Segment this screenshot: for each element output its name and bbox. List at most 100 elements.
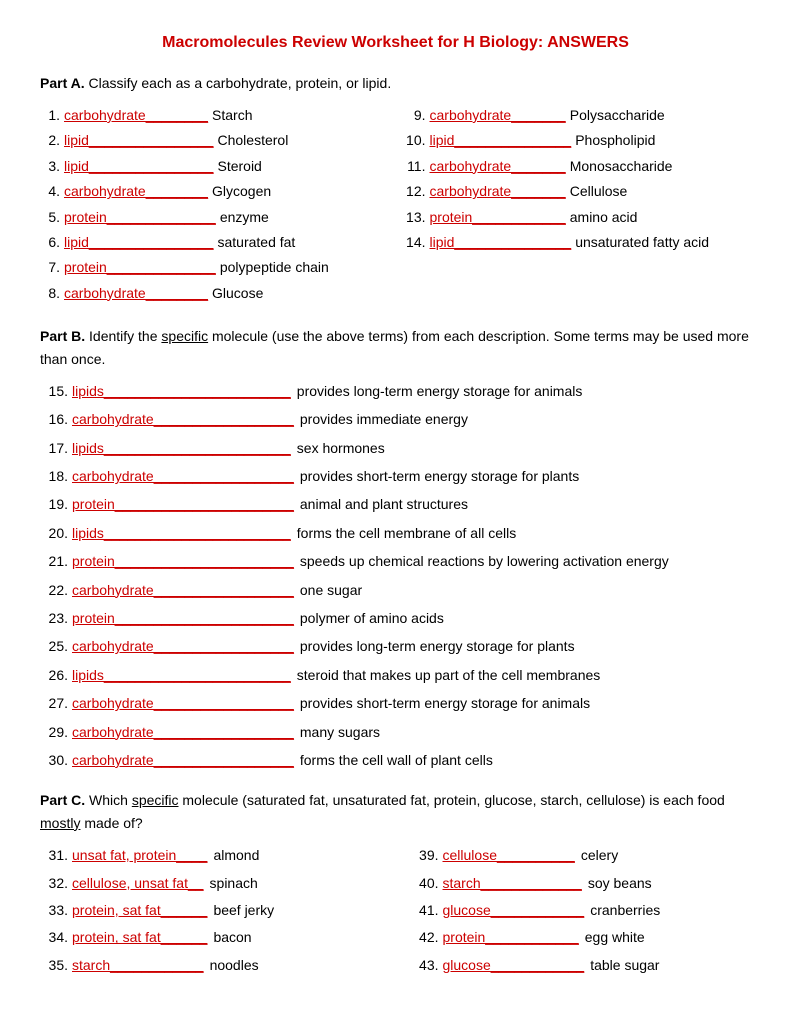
- part-b-item: 17. lipids________________________ sex h…: [40, 437, 751, 459]
- item-number: 6.: [40, 231, 60, 253]
- item-text: Starch: [212, 104, 385, 126]
- item-number: 33.: [40, 899, 68, 921]
- part-a-right-item: 11. carbohydrate_______ Monosaccharide: [406, 155, 752, 177]
- part-c-grid: 31. unsat fat, protein____ almond 32. ce…: [40, 844, 751, 981]
- item-text: sex hormones: [297, 437, 751, 459]
- item-answer: carbohydrate________: [64, 282, 208, 304]
- item-answer: carbohydrate_______: [430, 155, 566, 177]
- item-number: 13.: [406, 206, 426, 228]
- part-c-right-item: 41. glucose____________ cranberries: [411, 899, 752, 921]
- item-number: 14.: [406, 231, 426, 253]
- part-c-header: Part C. Which specific molecule (saturat…: [40, 789, 751, 834]
- item-text: provides short-term energy storage for p…: [300, 465, 751, 487]
- item-text: many sugars: [300, 721, 751, 743]
- item-answer: protein_______________________: [72, 550, 294, 572]
- item-number: 21.: [40, 550, 68, 572]
- page-title: Macromolecules Review Worksheet for H Bi…: [40, 30, 751, 56]
- item-text: almond: [213, 844, 380, 866]
- item-text: provides short-term energy storage for a…: [300, 692, 751, 714]
- item-answer: carbohydrate__________________: [72, 692, 294, 714]
- item-answer: carbohydrate__________________: [72, 465, 294, 487]
- part-a-left-item: 7. protein______________ polypeptide cha…: [40, 256, 386, 278]
- item-text: egg white: [585, 926, 751, 948]
- item-text: Polysaccharide: [570, 104, 751, 126]
- item-number: 43.: [411, 954, 439, 976]
- item-answer: carbohydrate_______: [430, 180, 566, 202]
- part-a-left-item: 1. carbohydrate________ Starch: [40, 104, 386, 126]
- item-text: polypeptide chain: [220, 256, 386, 278]
- item-text: saturated fat: [217, 231, 385, 253]
- item-number: 25.: [40, 635, 68, 657]
- item-text: Cellulose: [570, 180, 751, 202]
- item-answer: protein______________: [64, 206, 216, 228]
- item-answer: cellulose, unsat fat__: [72, 872, 204, 894]
- part-b-item: 15. lipids________________________ provi…: [40, 380, 751, 402]
- item-text: bacon: [213, 926, 380, 948]
- item-number: 12.: [406, 180, 426, 202]
- item-number: 29.: [40, 721, 68, 743]
- item-number: 23.: [40, 607, 68, 629]
- item-answer: carbohydrate__________________: [72, 408, 294, 430]
- part-a-left-item: 5. protein______________ enzyme: [40, 206, 386, 228]
- item-answer: carbohydrate__________________: [72, 635, 294, 657]
- part-a-left-item: 2. lipid________________ Cholesterol: [40, 129, 386, 151]
- item-answer: cellulose__________: [443, 844, 575, 866]
- part-a-right-col: 9. carbohydrate_______ Polysaccharide 10…: [406, 104, 752, 307]
- item-number: 3.: [40, 155, 60, 177]
- part-a-right-item: 14. lipid_______________ unsaturated fat…: [406, 231, 752, 253]
- item-answer: glucose____________: [443, 954, 585, 976]
- part-a-header: Part A. Classify each as a carbohydrate,…: [40, 72, 751, 94]
- part-b-item: 26. lipids________________________ stero…: [40, 664, 751, 686]
- part-c-right-item: 43. glucose____________ table sugar: [411, 954, 752, 976]
- item-answer: protein____________: [430, 206, 566, 228]
- item-number: 30.: [40, 749, 68, 771]
- part-c-left-item: 33. protein, sat fat______ beef jerky: [40, 899, 381, 921]
- item-text: beef jerky: [213, 899, 380, 921]
- part-b-header: Part B. Identify the specific molecule (…: [40, 325, 751, 370]
- item-number: 22.: [40, 579, 68, 601]
- part-a-left-item: 3. lipid________________ Steroid: [40, 155, 386, 177]
- item-number: 9.: [406, 104, 426, 126]
- item-text: unsaturated fatty acid: [575, 231, 751, 253]
- part-c-right-item: 40. starch_____________ soy beans: [411, 872, 752, 894]
- item-answer: protein______________: [64, 256, 216, 278]
- item-answer: starch____________: [72, 954, 204, 976]
- item-number: 5.: [40, 206, 60, 228]
- item-number: 17.: [40, 437, 68, 459]
- part-b-item: 30. carbohydrate__________________ forms…: [40, 749, 751, 771]
- item-text: steroid that makes up part of the cell m…: [297, 664, 751, 686]
- item-text: amino acid: [570, 206, 751, 228]
- item-text: polymer of amino acids: [300, 607, 751, 629]
- item-number: 35.: [40, 954, 68, 976]
- item-answer: carbohydrate__________________: [72, 579, 294, 601]
- item-number: 15.: [40, 380, 68, 402]
- item-text: soy beans: [588, 872, 751, 894]
- item-number: 40.: [411, 872, 439, 894]
- item-number: 10.: [406, 129, 426, 151]
- item-text: spinach: [210, 872, 381, 894]
- part-b-item: 19. protein_______________________ anima…: [40, 493, 751, 515]
- item-number: 34.: [40, 926, 68, 948]
- item-number: 32.: [40, 872, 68, 894]
- item-number: 19.: [40, 493, 68, 515]
- item-text: Phospholipid: [575, 129, 751, 151]
- part-a-left-item: 6. lipid________________ saturated fat: [40, 231, 386, 253]
- part-c-right-col: 39. cellulose__________ celery 40. starc…: [411, 844, 752, 981]
- item-text: provides long-term energy storage for pl…: [300, 635, 751, 657]
- part-c-left-col: 31. unsat fat, protein____ almond 32. ce…: [40, 844, 381, 981]
- part-b-item: 16. carbohydrate__________________ provi…: [40, 408, 751, 430]
- part-a-right-item: 10. lipid_______________ Phospholipid: [406, 129, 752, 151]
- item-number: 42.: [411, 926, 439, 948]
- item-number: 4.: [40, 180, 60, 202]
- part-c-left-item: 34. protein, sat fat______ bacon: [40, 926, 381, 948]
- item-answer: protein_______________________: [72, 607, 294, 629]
- item-text: Steroid: [217, 155, 385, 177]
- item-text: celery: [581, 844, 751, 866]
- item-text: Monosaccharide: [570, 155, 751, 177]
- item-answer: lipid_______________: [430, 129, 572, 151]
- item-number: 27.: [40, 692, 68, 714]
- item-text: Cholesterol: [217, 129, 385, 151]
- item-answer: carbohydrate__________________: [72, 721, 294, 743]
- item-text: cranberries: [590, 899, 751, 921]
- item-answer: protein____________: [443, 926, 579, 948]
